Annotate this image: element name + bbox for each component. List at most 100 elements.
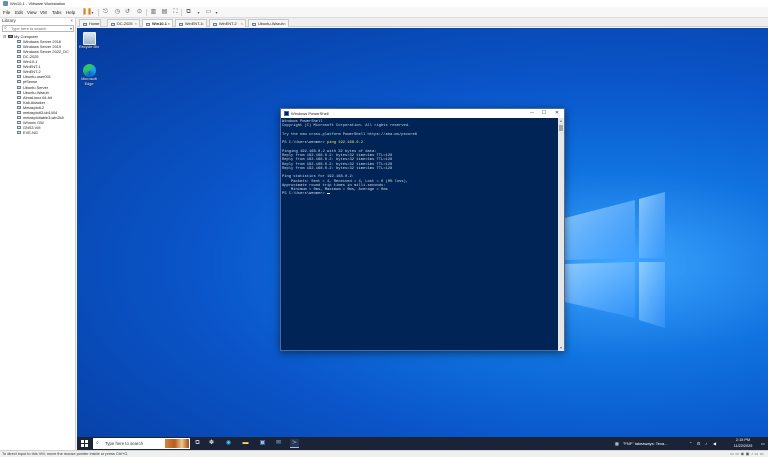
vm-icon: [17, 60, 21, 64]
console-command: ping 192.168.0.2: [327, 141, 364, 146]
close-icon[interactable]: ✕: [551, 109, 563, 118]
unity-icon[interactable]: ⧉: [185, 9, 192, 16]
vm-icon: [17, 75, 21, 79]
revert-snapshot-icon[interactable]: ↺: [124, 9, 131, 16]
vm-icon: [17, 100, 21, 104]
menu-bar: File Edit View VM Tabs Help ❚❚ ▾ ⎋ ◷ ↺ ⊙…: [0, 7, 768, 18]
tab-winent-2[interactable]: WinENT-2 ×: [209, 19, 246, 27]
news-icon[interactable]: ▦: [615, 437, 619, 450]
vmware-app-icon: [3, 1, 8, 6]
tab-winent-1[interactable]: WinENT-1 ×: [175, 19, 207, 27]
desktop-icon-edge[interactable]: Microsoft Edge: [77, 64, 101, 86]
tab-home[interactable]: Home ×: [79, 19, 101, 27]
computer-icon: [8, 35, 13, 38]
tree-item-vm[interactable]: EVE-NG: [2, 130, 76, 135]
vm-icon: [17, 115, 21, 119]
close-icon[interactable]: ×: [135, 20, 137, 28]
network-icon[interactable]: ⊡: [697, 437, 700, 450]
menu-help[interactable]: Help: [66, 9, 75, 16]
guest-desktop[interactable]: Recycle Bin Microsoft Edge Windows Power…: [77, 28, 768, 437]
widgets-icon[interactable]: ✽: [207, 439, 216, 448]
menu-edit[interactable]: Edit: [15, 9, 23, 16]
powershell-console[interactable]: Windows PowerShell Copyright (C) Microso…: [282, 119, 556, 351]
tab-label: Ubuntu-Wazuh: [258, 21, 284, 26]
status-text: To direct input to this VM, move the mou…: [2, 451, 129, 456]
desktop-icon-label: Microsoft Edge: [81, 77, 97, 86]
library-toggle-icon[interactable]: ▥: [150, 9, 157, 16]
menu-vm[interactable]: VM: [40, 9, 47, 16]
powershell-window[interactable]: Windows PowerShell ─ ☐ ✕ Windows PowerSh…: [280, 108, 565, 351]
volume-icon[interactable]: ♪: [705, 437, 707, 450]
menu-view[interactable]: View: [27, 9, 37, 16]
vm-icon: [17, 80, 21, 84]
menu-file[interactable]: File: [3, 9, 10, 16]
library-panel: Library × ⌕ ▾ ⊟ My Computer Windows Serv…: [0, 18, 76, 450]
console-scrollbar[interactable]: ▴ ▾: [558, 118, 564, 351]
toolbar-separator: [98, 9, 99, 16]
scroll-down-icon[interactable]: ▾: [558, 345, 564, 351]
chevron-down-icon[interactable]: ▾: [70, 26, 72, 31]
library-search-input[interactable]: [11, 26, 67, 31]
close-icon[interactable]: ×: [168, 20, 170, 28]
desktop-icon-recycle-bin[interactable]: Recycle Bin: [77, 32, 101, 50]
recycle-bin-icon: [82, 32, 96, 45]
tab-dc-2025[interactable]: DC-2025 ×: [107, 19, 140, 27]
vm-icon: [111, 22, 115, 26]
send-ctrl-alt-del-icon[interactable]: ⎋: [102, 9, 109, 16]
menu-tabs[interactable]: Tabs: [52, 9, 62, 16]
chevron-up-icon[interactable]: ⌃: [689, 437, 692, 450]
library-search[interactable]: ⌕ ▾: [2, 25, 74, 32]
library-title: Library: [2, 18, 16, 23]
close-icon[interactable]: ×: [202, 20, 204, 28]
close-icon[interactable]: ×: [284, 20, 286, 28]
powershell-title-bar[interactable]: Windows PowerShell ─ ☐ ✕: [281, 109, 564, 118]
windows-logo-light-icon: [565, 192, 665, 328]
speaker-icon[interactable]: ◀: [713, 437, 716, 450]
vm-icon: [17, 125, 21, 129]
search-icon: ⌕: [96, 440, 99, 446]
console-prompt: PS C:\Users\wenmer>: [282, 192, 328, 197]
vm-icon: [252, 22, 256, 26]
close-icon[interactable]: ×: [241, 20, 243, 28]
pause-icon[interactable]: ❚❚: [82, 9, 92, 16]
snapshot-manager-icon[interactable]: ⊙: [136, 9, 143, 16]
chevron-down-icon[interactable]: ▾: [213, 9, 220, 16]
snapshot-icon[interactable]: ◷: [114, 9, 121, 16]
desktop-icon-label: Recycle Bin: [78, 45, 100, 49]
notifications-icon[interactable]: ▭: [761, 437, 765, 450]
file-explorer-icon[interactable]: ▬: [241, 439, 250, 448]
vm-icon: [179, 22, 183, 26]
vm-icon: [146, 22, 150, 26]
console-view-icon[interactable]: ▭: [205, 9, 212, 16]
taskbar-clock[interactable]: 2:15 PM 11/22/2025: [725, 438, 761, 449]
edge-icon[interactable]: ◉: [224, 439, 233, 448]
vm-icon: [17, 105, 21, 109]
tab-ubuntu-wazuh[interactable]: Ubuntu-Wazuh ×: [248, 19, 289, 27]
taskbar-search[interactable]: ⌕ Type here to search: [93, 438, 190, 449]
thumbnail-bar-icon[interactable]: ▤: [161, 9, 168, 16]
full-screen-icon[interactable]: ⛶: [172, 9, 179, 16]
maximize-icon[interactable]: ☐: [538, 109, 550, 118]
device-status-icons[interactable]: ▭▭◉▣♪▭▭: [730, 451, 765, 457]
vm-icon: [17, 90, 21, 94]
vm-icon: [17, 45, 21, 49]
close-icon[interactable]: ×: [96, 20, 98, 28]
chevron-down-icon[interactable]: ▾: [195, 9, 202, 16]
powershell-taskbar-icon[interactable]: ≻: [290, 439, 299, 448]
tab-win10-1[interactable]: Win10-1 ×: [142, 19, 173, 27]
windows-start-icon[interactable]: [81, 440, 88, 447]
taskbar-notification[interactable]: "FNF" takeaways: Texa...: [623, 437, 668, 450]
scroll-up-icon[interactable]: ▴: [558, 118, 564, 124]
clock-date: 11/22/2025: [733, 443, 753, 448]
tab-label: DC-2025: [117, 21, 133, 26]
mail-icon[interactable]: ✉: [274, 439, 283, 448]
minimize-icon[interactable]: ─: [526, 109, 538, 118]
task-view-icon[interactable]: ⧉: [193, 439, 202, 448]
chevron-down-icon[interactable]: ▾: [89, 9, 96, 16]
store-icon[interactable]: ▣: [258, 439, 267, 448]
vm-icon: [17, 70, 21, 74]
scrollbar-thumb[interactable]: [559, 125, 563, 131]
close-icon[interactable]: ×: [70, 18, 73, 24]
vm-icon: [17, 110, 21, 114]
vm-icon: [17, 130, 21, 134]
